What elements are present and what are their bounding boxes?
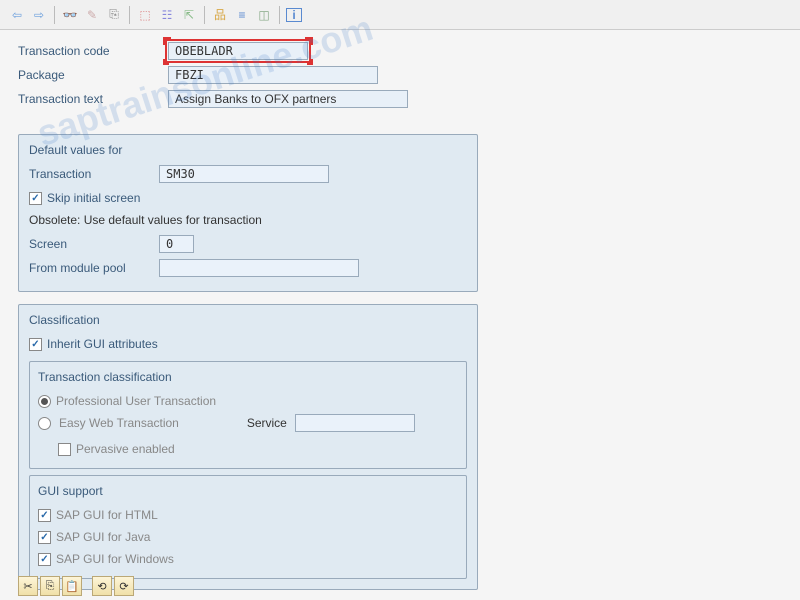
assign-icon[interactable]: ◫ (255, 6, 273, 24)
inherit-gui-checkbox[interactable] (29, 338, 42, 351)
pervasive-checkbox[interactable] (58, 443, 71, 456)
back-icon[interactable]: ⇦ (8, 6, 26, 24)
separator (54, 6, 55, 24)
package-field[interactable]: FBZI (168, 66, 378, 84)
list-icon[interactable]: ≡ (233, 6, 251, 24)
default-values-group: Default values for Transaction SM30 Skip… (18, 134, 478, 292)
gui-support-title: GUI support (38, 484, 458, 498)
main-toolbar: ⇦ ⇨ 👓 ✎ ⎘ ⬚ ☷ ⇱ 品 ≡ ◫ i (0, 0, 800, 30)
structure-icon[interactable]: 品 (211, 6, 229, 24)
hierarchy-icon[interactable]: ☷ (158, 6, 176, 24)
service-field[interactable] (295, 414, 415, 432)
professional-radio[interactable] (38, 395, 51, 408)
export-icon[interactable]: ⇱ (180, 6, 198, 24)
gui-windows-label: SAP GUI for Windows (56, 552, 174, 566)
spacer (84, 576, 90, 596)
transaction-text-label: Transaction text (18, 92, 168, 106)
easy-web-label: Easy Web Transaction (59, 416, 179, 430)
separator (204, 6, 205, 24)
transaction-code-field[interactable]: OBEBLADR (168, 42, 308, 60)
pervasive-label: Pervasive enabled (76, 442, 175, 456)
professional-label: Professional User Transaction (56, 394, 216, 408)
transaction-classification-group: Transaction classification Professional … (29, 361, 467, 469)
transaction-text-field[interactable]: Assign Banks to OFX partners (168, 90, 408, 108)
gui-html-label: SAP GUI for HTML (56, 508, 158, 522)
forward-icon[interactable]: ⇨ (30, 6, 48, 24)
transaction-label: Transaction (29, 167, 159, 181)
package-label: Package (18, 68, 168, 82)
header-form: Transaction code OBEBLADR Package FBZI T… (0, 30, 800, 122)
copy-icon[interactable]: ⎘ (105, 6, 123, 24)
gui-support-group: GUI support SAP GUI for HTML SAP GUI for… (29, 475, 467, 579)
undo-icon[interactable]: ⟲ (92, 576, 112, 596)
info-icon[interactable]: i (286, 8, 302, 22)
gui-windows-checkbox[interactable] (38, 553, 51, 566)
paste-icon[interactable]: 📋 (62, 576, 82, 596)
transaction-code-label: Transaction code (18, 44, 168, 58)
redo-icon[interactable]: ⟳ (114, 576, 134, 596)
default-values-title: Default values for (29, 143, 467, 157)
bottom-toolbar: ✂ ⎘ 📋 ⟲ ⟳ (18, 576, 134, 596)
separator (129, 6, 130, 24)
skip-initial-checkbox[interactable] (29, 192, 42, 205)
classification-title: Classification (29, 313, 467, 327)
glasses-icon[interactable]: 👓 (61, 6, 79, 24)
screen-field[interactable]: 0 (159, 235, 194, 253)
screen-label: Screen (29, 237, 159, 251)
easy-web-radio[interactable] (38, 417, 51, 430)
separator (279, 6, 280, 24)
classification-group: Classification Inherit GUI attributes Tr… (18, 304, 478, 590)
transaction-field[interactable]: SM30 (159, 165, 329, 183)
skip-initial-label: Skip initial screen (47, 191, 140, 205)
gui-html-checkbox[interactable] (38, 509, 51, 522)
tree-icon[interactable]: ⬚ (136, 6, 154, 24)
cut-icon[interactable]: ✂ (18, 576, 38, 596)
obsolete-text: Obsolete: Use default values for transac… (29, 213, 467, 227)
gui-java-label: SAP GUI for Java (56, 530, 150, 544)
service-label: Service (247, 416, 287, 430)
module-pool-field[interactable] (159, 259, 359, 277)
pencil-icon[interactable]: ✎ (83, 6, 101, 24)
copy-icon[interactable]: ⎘ (40, 576, 60, 596)
inherit-gui-label: Inherit GUI attributes (47, 337, 158, 351)
gui-java-checkbox[interactable] (38, 531, 51, 544)
module-pool-label: From module pool (29, 261, 159, 275)
trans-class-title: Transaction classification (38, 370, 458, 384)
